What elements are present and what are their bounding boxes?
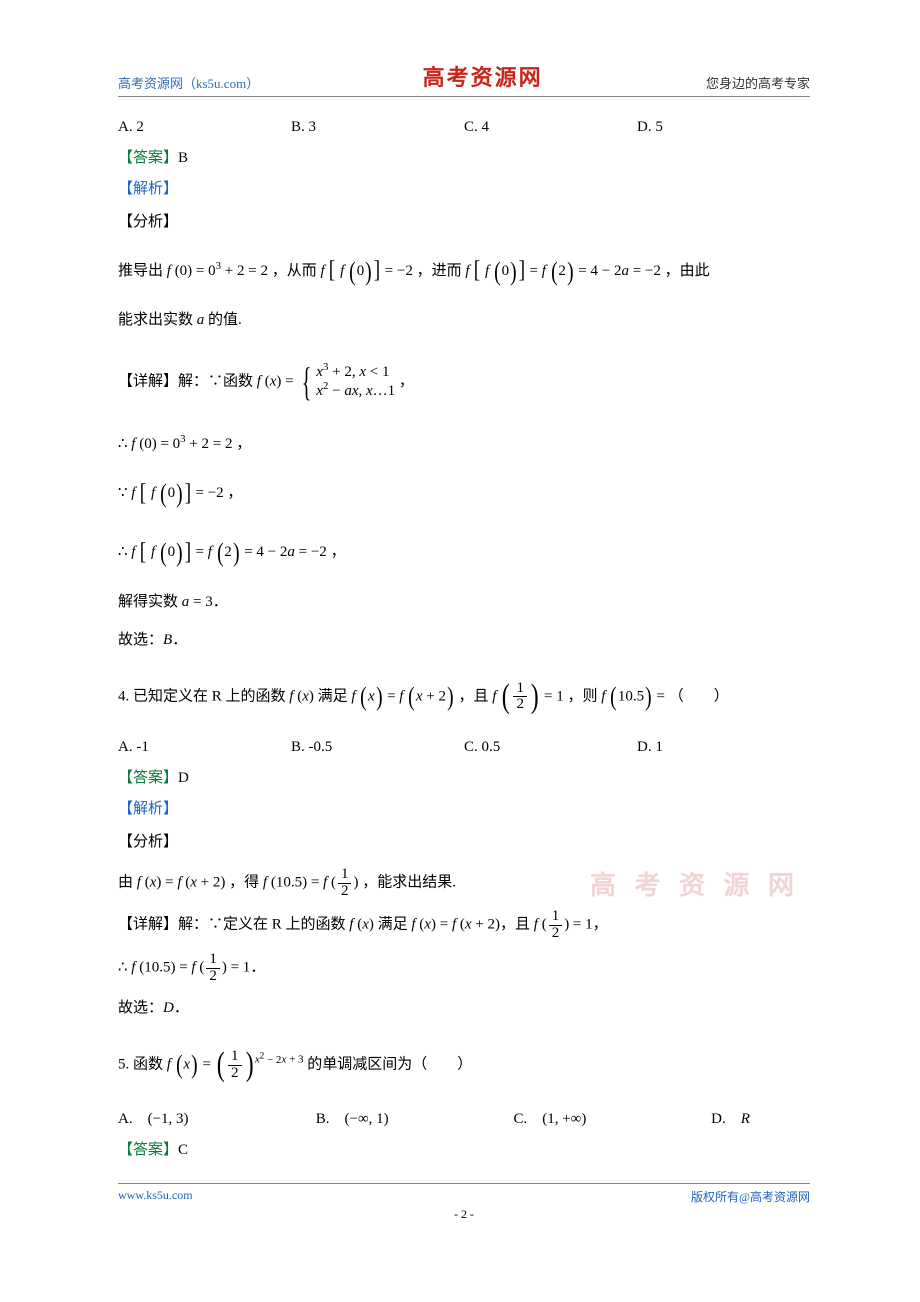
q3-l2: ∵ f [ f (0)] = −2 ，	[118, 469, 810, 518]
sel: B	[163, 632, 172, 648]
header-left: 高考资源网（ks5u.com）	[118, 73, 259, 92]
eqv: = 1	[540, 688, 563, 704]
q4-detail: 【详解】解：∵定义在 R 上的函数 f (x) 满足 f (x) = f (x …	[118, 909, 810, 942]
answer-label: 【答案】	[118, 1142, 178, 1158]
piecewise: x3 + 2, x < 1 x2 − ax, x…1	[316, 363, 395, 402]
q4-fenxi-label: 【分析】	[118, 828, 810, 857]
header-center-logo: 高考资源网	[423, 60, 543, 92]
t: ，则	[568, 688, 602, 704]
footer-page-number: - 2 -	[118, 1207, 810, 1222]
t: ，由此	[665, 263, 710, 279]
q5-choice-B: B. (−∞, 1)	[316, 1107, 514, 1128]
q3-choice-A: A. 2	[118, 119, 291, 136]
q4-choice-B: B. -0.5	[291, 739, 464, 756]
q4-choice-D: D. 1	[637, 739, 810, 756]
q5-choice-C: C. (1, +∞)	[513, 1107, 711, 1128]
q4-ana: 由 f (x) = f (x + 2) ，得 f (10.5) = f (12)…	[118, 867, 810, 900]
t: ．	[213, 594, 228, 610]
q3-l3: ∴ f [ f (0)] = f (2) = 4 − 2a = −2 ，	[118, 528, 810, 577]
q5-choice-A: A. (−1, 3)	[118, 1107, 316, 1128]
den: 2	[513, 697, 527, 713]
den: 2	[549, 926, 563, 942]
q4-analysis-label: 【解析】	[118, 797, 810, 818]
page-header: 高考资源网（ks5u.com） 高考资源网 您身边的高考专家	[118, 60, 810, 97]
t: ，且	[458, 688, 492, 704]
sel: D	[163, 1000, 174, 1016]
q4-choice-A: A. -1	[118, 739, 291, 756]
t: 满足	[314, 688, 352, 704]
q3-l5: 故选：B．	[118, 626, 810, 655]
document-page: 高考资源网（ks5u.com） 高考资源网 您身边的高考专家 A. 2 B. 3…	[0, 0, 920, 1252]
t: ．	[250, 959, 265, 975]
t: ，得	[229, 874, 263, 890]
q5-answer-value: C	[178, 1142, 188, 1158]
detail-label: 【详解】解：∵函数	[118, 374, 257, 390]
den: 2	[228, 1066, 242, 1082]
t: 的单调减区间为（ ）	[307, 1057, 472, 1073]
t: ，且	[500, 917, 534, 933]
q3-answer: 【答案】B	[118, 146, 810, 167]
q4-stem: 4. 已知定义在 R 上的函数 f (x) 满足 f (x) = f (x + …	[118, 665, 810, 730]
q3-l4: 解得实数 a = 3．	[118, 588, 810, 617]
q4-answer: 【答案】D	[118, 766, 810, 787]
num: 1	[549, 909, 563, 926]
q3-l1: ∴ f (0) = 03 + 2 = 2 ，	[118, 430, 810, 459]
q3-analysis-label: 【解析】	[118, 177, 810, 198]
q3-fenxi-label: 【分析】	[118, 208, 810, 237]
num: 1	[206, 952, 220, 969]
den: 2	[338, 884, 352, 900]
q5-choice-D: D. R	[711, 1107, 810, 1128]
t: 满足	[374, 917, 412, 933]
q5-answer: 【答案】C	[118, 1138, 810, 1159]
answer-label: 【答案】	[118, 150, 178, 166]
t: 5. 函数	[118, 1057, 167, 1073]
num: 1	[338, 867, 352, 884]
answer-label: 【答案】	[118, 770, 178, 786]
footer-left: www.ks5u.com	[118, 1188, 193, 1205]
t: ，	[593, 917, 608, 933]
blank: （ ）	[669, 688, 729, 704]
t: 【详解】解：∵定义在 R 上的函数	[118, 917, 349, 933]
q3-choice-B: B. 3	[291, 119, 464, 136]
num: 1	[513, 681, 527, 698]
q3-fenxi-line2: 能求出实数 a 的值.	[118, 306, 810, 335]
q4-answer-value: D	[178, 770, 189, 786]
t: 故选：	[118, 1000, 163, 1016]
t: 由	[118, 874, 137, 890]
t: 解得实数	[118, 594, 182, 610]
q4-choices: A. -1 B. -0.5 C. 0.5 D. 1	[118, 739, 810, 756]
t: 推导出	[118, 263, 167, 279]
q5-stem: 5. 函数 f (x) = (12)x2 − 2x + 3 的单调减区间为（ ）	[118, 1033, 810, 1098]
t: ．	[172, 632, 187, 648]
t: 的值.	[204, 312, 242, 328]
header-right: 您身边的高考专家	[706, 73, 810, 92]
q4-result: ∴ f (10.5) = f (12) = 1．	[118, 952, 810, 985]
q3-answer-value: B	[178, 150, 188, 166]
num: 1	[228, 1049, 242, 1066]
den: 2	[206, 969, 220, 985]
q3-fenxi-line1: 推导出 f (0) = 03 + 2 = 2 ，从而 f [ f (0)] = …	[118, 247, 810, 296]
page-footer: www.ks5u.com 版权所有@高考资源网	[118, 1183, 810, 1205]
t: ，	[399, 374, 414, 390]
q4-choice-C: C. 0.5	[464, 739, 637, 756]
footer-right: 版权所有@高考资源网	[691, 1188, 810, 1205]
t: 故选：	[118, 632, 163, 648]
t: 4. 已知定义在 R 上的函数	[118, 688, 289, 704]
q3-choice-C: C. 4	[464, 119, 637, 136]
q4-select: 故选：D．	[118, 994, 810, 1023]
q3-detail-line: 【详解】解：∵函数 f (x) = { x3 + 2, x < 1 x2 − a…	[118, 344, 810, 420]
t: 能求出实数	[118, 312, 197, 328]
q3-choice-D: D. 5	[637, 119, 810, 136]
t: ，能求出结果.	[362, 874, 456, 890]
q3-choices: A. 2 B. 3 C. 4 D. 5	[118, 119, 810, 136]
t: ，从而	[272, 263, 321, 279]
q5-choices: A. (−1, 3) B. (−∞, 1) C. (1, +∞) D. R	[118, 1107, 810, 1128]
t: ，进而	[417, 263, 466, 279]
t: ．	[174, 1000, 189, 1016]
